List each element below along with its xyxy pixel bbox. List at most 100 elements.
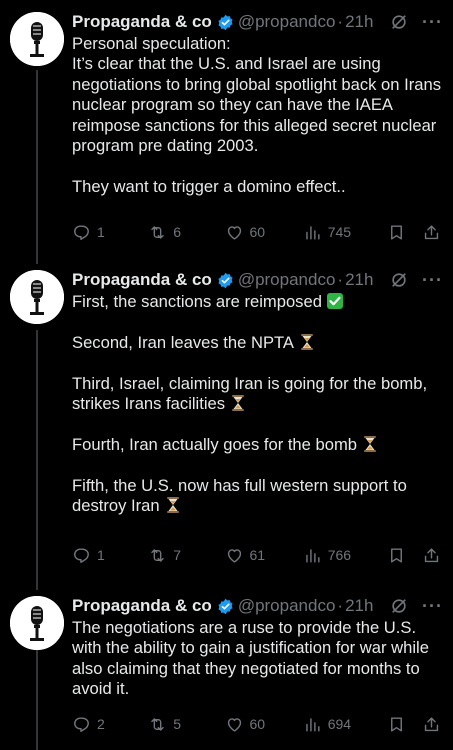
tweet-line: The negotiations are a ruse to provide t… [72, 618, 429, 699]
tweet-line: First, the sanctions are reimposed [72, 292, 443, 312]
tweet-line: Personal speculation: [72, 34, 231, 53]
bookmark-icon [390, 547, 402, 563]
tweet-line: Fifth, the U.S. now has full western sup… [72, 475, 407, 515]
author-handle[interactable]: @propandco [238, 270, 336, 290]
microphone-logo-icon [10, 596, 64, 650]
author-name[interactable]: Propaganda & co [72, 12, 212, 32]
avatar[interactable] [10, 270, 64, 324]
heart-icon [227, 548, 241, 563]
views-button[interactable]: 745 [303, 223, 387, 242]
microphone-logo-icon [10, 12, 64, 66]
reply-count: 2 [97, 716, 105, 732]
grok-icon[interactable] [390, 597, 408, 615]
tweet-line: Fourth, Iran actually goes for the bomb [72, 435, 443, 455]
repost-button[interactable]: 5 [148, 715, 224, 734]
tweet-text: Personal speculation: It’s clear that th… [72, 34, 443, 197]
separator: · [337, 270, 344, 289]
hourglass-emoji-icon [232, 395, 245, 411]
views-chart-icon [305, 548, 320, 563]
more-options-icon[interactable]: ··· [422, 597, 443, 615]
separator: · [337, 12, 344, 31]
hourglass-emoji-icon [300, 333, 313, 350]
timestamp[interactable]: 21h [345, 270, 373, 290]
tweet-line: Second, Iran leaves the NPTA [72, 333, 443, 353]
grok-icon[interactable] [390, 271, 408, 289]
bookmark-icon [390, 224, 402, 240]
like-button[interactable]: 60 [225, 715, 303, 734]
tweet-actions: 1 7 61 766 [72, 544, 441, 566]
reply-icon [74, 224, 89, 240]
hourglass-emoji-icon [364, 435, 377, 452]
verified-badge-icon [218, 14, 233, 30]
share-button[interactable] [422, 715, 441, 734]
tweet-line: It’s clear that the U.S. and Israel are … [72, 54, 441, 156]
view-count: 694 [327, 716, 352, 732]
more-options-icon[interactable]: ··· [422, 271, 443, 289]
share-icon [424, 547, 439, 562]
share-button[interactable] [422, 223, 441, 242]
like-count: 61 [249, 547, 266, 563]
views-chart-icon [305, 717, 320, 732]
share-icon [424, 224, 439, 239]
views-button[interactable]: 766 [303, 546, 387, 565]
avatar[interactable] [10, 596, 64, 650]
heart-icon [227, 225, 241, 240]
repost-count: 7 [173, 547, 182, 563]
author-handle[interactable]: @propandco [238, 12, 336, 32]
tweet-header: Propaganda & co @propandco · 21h ··· [72, 594, 443, 618]
tweet[interactable]: Propaganda & co @propandco · 21h ··· Per… [0, 0, 453, 258]
timestamp[interactable]: 21h [345, 596, 373, 616]
reply-button[interactable]: 1 [72, 223, 148, 242]
tweet-line: Third, Israel, claiming Iran is going fo… [72, 373, 428, 413]
microphone-logo-icon [10, 270, 64, 324]
bookmark-button[interactable] [387, 223, 422, 242]
bookmark-button[interactable] [387, 715, 422, 734]
views-button[interactable]: 694 [303, 715, 387, 734]
timestamp[interactable]: 21h [345, 12, 373, 32]
tweet-line: They want to trigger a domino effect.. [72, 176, 346, 196]
author-handle[interactable]: @propandco [238, 596, 336, 616]
tweet-header: Propaganda & co @propandco · 21h ··· [72, 268, 443, 292]
separator: · [337, 596, 344, 615]
author-name[interactable]: Propaganda & co [72, 596, 212, 616]
repost-button[interactable]: 7 [148, 546, 224, 565]
repost-icon [151, 225, 165, 239]
repost-button[interactable]: 6 [148, 223, 224, 242]
repost-icon [151, 548, 165, 562]
avatar[interactable] [10, 12, 64, 66]
like-button[interactable]: 60 [225, 223, 303, 242]
tweet-header: Propaganda & co @propandco · 21h ··· [72, 10, 443, 34]
heart-icon [227, 717, 241, 732]
reply-icon [74, 547, 89, 563]
share-icon [424, 716, 439, 731]
hourglass-emoji-icon [166, 497, 179, 513]
check-mark-emoji-icon [326, 293, 343, 309]
verified-badge-icon [218, 272, 233, 288]
like-count: 60 [249, 224, 266, 240]
view-count: 766 [327, 547, 352, 563]
bookmark-button[interactable] [387, 546, 422, 565]
views-chart-icon [305, 225, 320, 240]
tweet[interactable]: Propaganda & co @propandco · 21h ··· Fir… [0, 258, 453, 588]
reply-count: 1 [97, 224, 105, 240]
tweet[interactable]: Propaganda & co @propandco · 21h ··· The… [0, 584, 453, 750]
tweet-text: The negotiations are a ruse to provide t… [72, 618, 443, 700]
tweet-actions: 2 5 60 694 [72, 713, 441, 735]
reply-count: 1 [97, 547, 105, 563]
reply-button[interactable]: 2 [72, 715, 148, 734]
tweet-actions: 1 6 60 745 [72, 221, 441, 243]
reply-button[interactable]: 1 [72, 546, 148, 565]
like-count: 60 [249, 716, 266, 732]
more-options-icon[interactable]: ··· [422, 13, 443, 31]
tweet-text: First, the sanctions are reimposed Secon… [72, 292, 443, 516]
share-button[interactable] [422, 546, 441, 565]
grok-icon[interactable] [390, 13, 408, 31]
repost-count: 5 [173, 716, 182, 732]
like-button[interactable]: 61 [225, 546, 303, 565]
verified-badge-icon [218, 598, 233, 614]
reply-icon [74, 716, 89, 732]
repost-count: 6 [173, 224, 182, 240]
view-count: 745 [327, 224, 352, 240]
repost-icon [151, 717, 165, 731]
author-name[interactable]: Propaganda & co [72, 270, 212, 290]
